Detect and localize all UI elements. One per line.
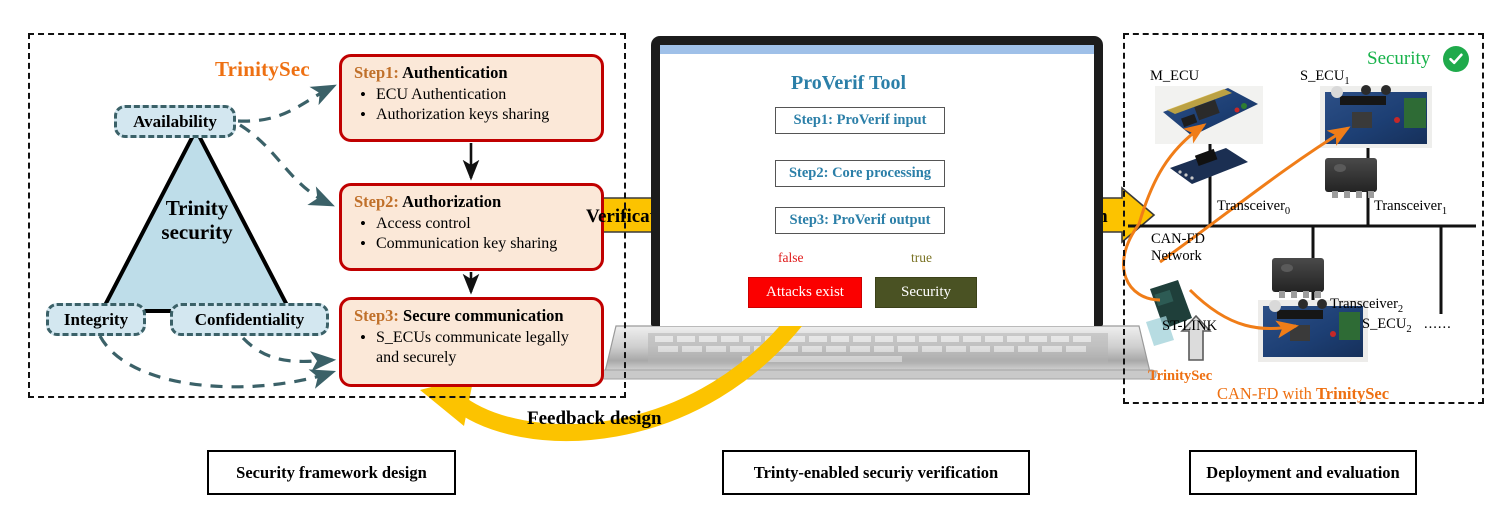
canfd-footer-prefix: CAN-FD with xyxy=(1217,384,1317,403)
step2-title: Authorization xyxy=(402,192,502,211)
label-ellipsis: ...... xyxy=(1424,316,1452,332)
pillar-availability[interactable]: Availability xyxy=(114,105,236,138)
label-s-ecu-2-text: S_ECU xyxy=(1362,316,1407,332)
label-s-ecu-2-sub: 2 xyxy=(1406,323,1412,335)
pillar-confidentiality[interactable]: Confidentiality xyxy=(170,303,329,336)
check-glyph xyxy=(1449,53,1463,65)
step1-bullet-2: • Authorization keys sharing xyxy=(354,105,591,125)
label-s-ecu-2: S_ECU2 xyxy=(1362,316,1412,335)
trinity-label-line1: Trinity xyxy=(165,196,229,220)
step1-title: Authentication xyxy=(402,63,508,82)
branch-label-false: false xyxy=(778,250,804,265)
step1-bullet-1-text: ECU Authentication xyxy=(376,86,507,103)
label-transceiver-2-sub: 2 xyxy=(1397,303,1404,315)
step1-bullet-1: • ECU Authentication xyxy=(354,85,591,105)
label-transceiver-0: Transceiver0 xyxy=(1217,198,1290,217)
security-status-label: Security xyxy=(1367,48,1431,69)
step2-bullet-2: • Communication key sharing xyxy=(354,234,591,254)
check-icon xyxy=(1443,46,1469,72)
bullet-icon: • xyxy=(360,328,366,347)
label-transceiver-1-text: Transceiver xyxy=(1374,198,1442,214)
step2-bullet-1: • Access control xyxy=(354,214,591,234)
result-attacks-exist[interactable]: Attacks exist xyxy=(748,277,862,308)
result-security[interactable]: Security xyxy=(875,277,977,308)
pillar-integrity[interactable]: Integrity xyxy=(46,303,146,336)
label-transceiver-2: Transceiver2 xyxy=(1330,296,1403,315)
step3-heading: Step3: Secure communication xyxy=(354,306,591,326)
label-s-ecu-1-text: S_ECU xyxy=(1300,68,1345,84)
label-transceiver-2-text: Transceiver xyxy=(1330,296,1398,312)
step3-bullet-1-text: S_ECUs communicate legally and securely xyxy=(376,329,569,367)
feedback-arrow-label: Feedback design xyxy=(527,408,662,429)
label-canfd-network-line2: Network xyxy=(1151,247,1202,264)
branch-label-true: true xyxy=(911,250,932,265)
label-canfd-network-line1: CAN-FD xyxy=(1151,231,1205,247)
proverif-step-core-processing[interactable]: Step2: Core processing xyxy=(775,160,945,187)
bullet-icon: • xyxy=(360,85,366,104)
step1-key: Step1: xyxy=(354,63,399,82)
trinity-label-line2: security xyxy=(161,219,233,244)
label-transceiver-1-sub: 1 xyxy=(1441,205,1448,217)
step-box-secure-communication[interactable]: Step3: Secure communication • S_ECUs com… xyxy=(339,297,604,387)
label-transceiver-0-sub: 0 xyxy=(1284,205,1291,217)
step3-key: Step3: xyxy=(354,306,399,325)
label-canfd-network: CAN-FD Network xyxy=(1151,231,1205,264)
screen-top-bar xyxy=(660,45,1094,54)
trinity-triangle-label: Trinity security xyxy=(132,196,262,244)
label-st-link: ST-LINK xyxy=(1162,318,1218,334)
step2-key: Step2: xyxy=(354,192,399,211)
step3-bullet-1: • S_ECUs communicate legally and securel… xyxy=(354,328,591,369)
caption-security-framework-design: Security framework design xyxy=(207,450,456,495)
trinitysec-title: TrinitySec xyxy=(215,57,310,81)
laptop-keyboard xyxy=(648,333,1108,363)
label-s-ecu-1: S_ECU1 xyxy=(1300,68,1350,87)
canfd-footer-bold: TrinitySec xyxy=(1316,384,1390,403)
laptop-base-edge xyxy=(599,369,1157,380)
step1-heading: Step1: Authentication xyxy=(354,63,591,83)
step3-title: Secure communication xyxy=(403,306,564,325)
step2-bullet-2-text: Communication key sharing xyxy=(376,235,558,253)
label-m-ecu: M_ECU xyxy=(1150,68,1200,84)
proverif-step-input[interactable]: Step1: ProVerif input xyxy=(775,107,945,134)
proverif-tool-title: ProVerif Tool xyxy=(791,72,907,94)
bullet-icon: • xyxy=(360,105,366,125)
step2-bullet-1-text: Access control xyxy=(376,215,471,232)
bullet-icon: • xyxy=(360,214,366,233)
label-s-ecu-1-sub: 1 xyxy=(1344,75,1350,87)
caption-trinity-enabled-verification: Trinty-enabled securiy verification xyxy=(722,450,1030,495)
proverif-step-output[interactable]: Step3: ProVerif output xyxy=(775,207,945,234)
step-box-authorization[interactable]: Step2: Authorization • Access control • … xyxy=(339,183,604,271)
panel-deployment-evaluation xyxy=(1123,33,1484,404)
label-transceiver-1: Transceiver1 xyxy=(1374,198,1447,217)
label-trinitysec-tag: TrinitySec xyxy=(1148,368,1213,384)
step1-bullet-2-text: Authorization keys sharing xyxy=(376,106,550,124)
diagram-canvas: TrinitySec Availability Integrity Confid… xyxy=(0,0,1507,522)
step2-heading: Step2: Authorization xyxy=(354,192,591,212)
label-canfd-with-trinitysec: CAN-FD with TrinitySec xyxy=(1217,384,1389,404)
label-transceiver-0-text: Transceiver xyxy=(1217,198,1285,214)
caption-deployment-and-evaluation: Deployment and evaluation xyxy=(1189,450,1417,495)
bullet-icon: • xyxy=(360,234,366,254)
step-box-authentication[interactable]: Step1: Authentication • ECU Authenticati… xyxy=(339,54,604,142)
